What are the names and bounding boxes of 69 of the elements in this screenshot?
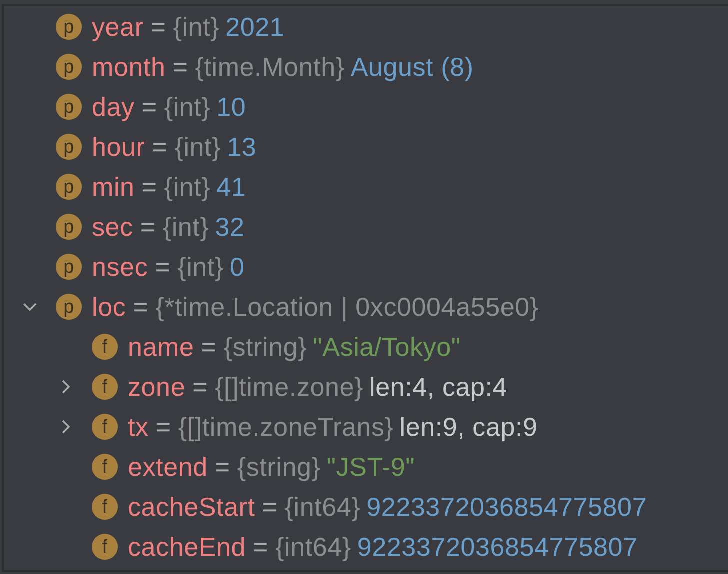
variable-name: cacheEnd <box>128 532 246 562</box>
equals-sign: = <box>150 12 166 42</box>
variable-name: cacheStart <box>128 492 256 522</box>
variable-type: {int64} <box>284 492 361 522</box>
variable-type: {int} <box>174 132 222 162</box>
member-badge: f <box>92 334 118 360</box>
variable-name: zone <box>128 372 186 402</box>
member-badge: f <box>92 374 118 400</box>
equals-sign: = <box>142 92 158 122</box>
equals-sign: = <box>156 412 172 442</box>
equals-sign: = <box>262 492 278 522</box>
member-badge: p <box>56 134 82 160</box>
variable-name: tx <box>128 412 149 442</box>
variable-type: {[]time.zone} <box>215 372 364 402</box>
variable-name: day <box>92 92 135 122</box>
variable-name: year <box>92 12 144 42</box>
equals-sign: = <box>152 132 168 162</box>
equals-sign: = <box>253 532 269 562</box>
equals-sign: = <box>201 332 217 362</box>
member-badge: p <box>56 214 82 240</box>
variable-name: min <box>92 172 135 202</box>
variable-type: {string} <box>224 332 308 362</box>
equals-sign: = <box>155 252 171 282</box>
equals-sign: = <box>192 372 208 402</box>
variable-value: 2021 <box>226 12 285 42</box>
variable-value: 9223372036854775807 <box>357 532 638 562</box>
variable-value: 41 <box>216 172 246 202</box>
member-badge: p <box>56 254 82 280</box>
variable-name: name <box>128 332 194 362</box>
variable-type: {int64} <box>276 532 352 562</box>
variable-type: {int} <box>164 172 211 202</box>
variable-name: loc <box>92 292 126 322</box>
variable-value: len:9, cap:9 <box>400 412 538 442</box>
member-badge: f <box>92 414 118 440</box>
variable-value: 9223372036854775807 <box>366 492 648 522</box>
variable-value: "Asia/Tokyo" <box>313 332 461 362</box>
member-badge: f <box>92 534 118 560</box>
equals-sign: = <box>214 452 230 482</box>
member-badge: p <box>56 94 82 120</box>
variable-value: August (8) <box>350 52 474 82</box>
equals-sign: = <box>140 212 156 242</box>
variable-value: 0 <box>230 252 245 282</box>
variable-name: nsec <box>92 252 148 282</box>
variable-name: extend <box>128 452 208 482</box>
variable-type: {int} <box>178 252 224 282</box>
equals-sign: = <box>133 292 149 322</box>
variable-value: 13 <box>227 132 257 162</box>
variable-type: {string} <box>237 452 321 482</box>
member-badge: f <box>92 494 118 520</box>
member-badge: p <box>56 174 82 200</box>
variable-type: {int} <box>162 212 210 242</box>
variable-type: {*time.Location | 0xc0004a55e0} <box>156 292 539 322</box>
variable-type: {time.Month} <box>195 52 345 82</box>
variable-value: "JST-9" <box>326 452 416 482</box>
variable-value: 10 <box>216 92 246 122</box>
member-badge: p <box>56 294 82 320</box>
member-badge: p <box>56 14 82 40</box>
variable-name: hour <box>92 132 146 162</box>
variable-type: {int} <box>164 92 211 122</box>
variable-value: 32 <box>215 212 245 242</box>
member-badge: f <box>92 454 118 480</box>
equals-sign: = <box>172 52 188 82</box>
variable-value: len:4, cap:4 <box>370 372 508 402</box>
variable-name: month <box>92 52 166 82</box>
variable-type: {[]time.zoneTrans} <box>178 412 394 442</box>
variable-type: {int} <box>173 12 220 42</box>
equals-sign: = <box>142 172 158 202</box>
variable-name: sec <box>92 212 134 242</box>
member-badge: p <box>56 54 82 80</box>
